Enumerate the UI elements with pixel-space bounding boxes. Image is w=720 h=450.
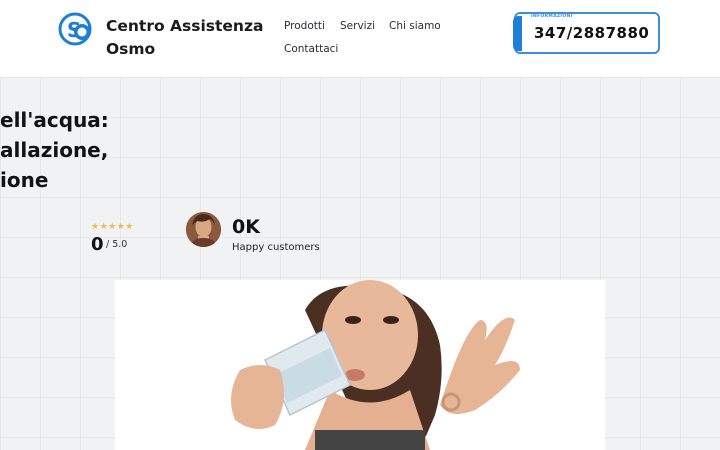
hero-title-line-1: ell'acqua:: [0, 108, 109, 132]
hero-image-woman-drinking-water: [115, 280, 605, 450]
customers-label: Happy customers: [232, 242, 320, 253]
brand-line-1: Centro Assistenza: [106, 17, 264, 35]
nav-link-prodotti[interactable]: Prodotti: [284, 20, 325, 32]
rating-value: 0: [91, 234, 104, 255]
hero-title-line-3: ione: [0, 168, 49, 192]
brand-line-2: Osmo: [106, 40, 156, 58]
phone-badge-tab: [513, 16, 522, 51]
nav-link-servizi[interactable]: Servizi: [340, 20, 375, 32]
customer-avatar: [186, 212, 221, 247]
rating-stars-icon: ★★★★★: [91, 222, 134, 232]
hero-title-line-2: allazione,: [0, 138, 109, 162]
customers-count: 0K: [232, 216, 260, 238]
phone-number[interactable]: 347/2887880: [534, 24, 649, 42]
phone-badge[interactable]: INFORMAZIONI 347/2887880: [513, 12, 660, 54]
brand-name[interactable]: Centro Assistenza Osmo: [106, 15, 263, 61]
nav-link-contattaci[interactable]: Contattaci: [284, 43, 338, 55]
rating-scale: / 5.0: [106, 239, 128, 250]
logo-icon[interactable]: S: [58, 12, 96, 46]
phone-info-label: INFORMAZIONI: [531, 14, 573, 19]
nav-link-chi-siamo[interactable]: Chi siamo: [389, 20, 441, 32]
site-header: S Centro Assistenza Osmo Prodotti Serviz…: [0, 0, 720, 77]
